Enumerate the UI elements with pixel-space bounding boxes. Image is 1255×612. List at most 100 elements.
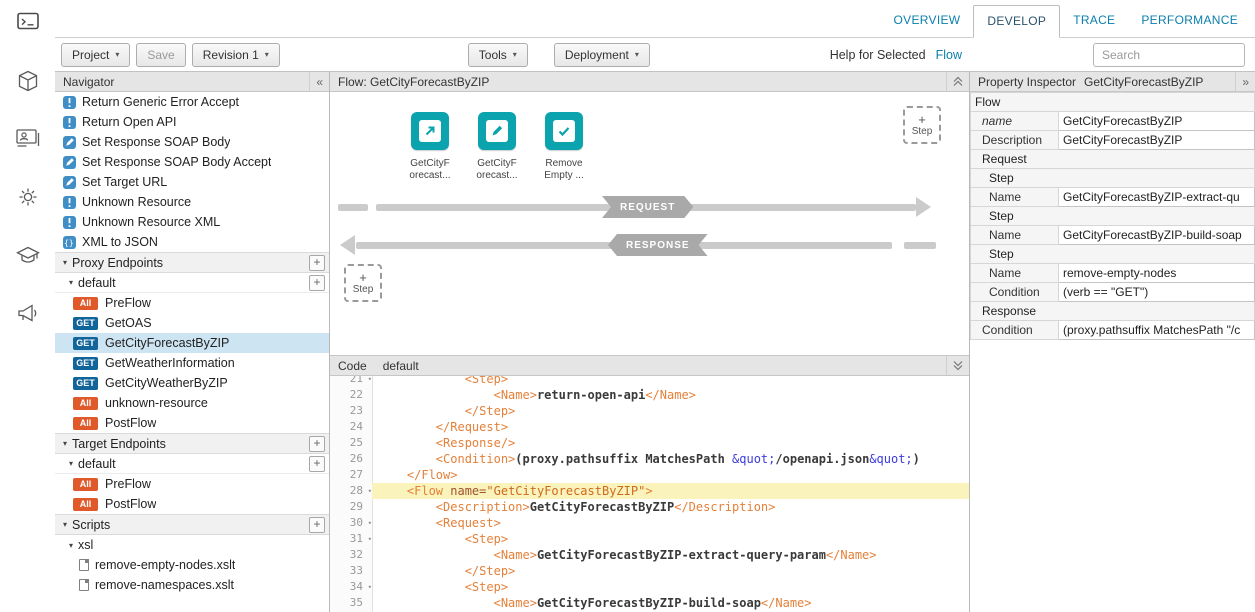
navigator-item[interactable]: AllPreFlow: [55, 474, 329, 494]
tab-develop[interactable]: DEVELOP: [973, 5, 1060, 38]
navigator-item[interactable]: Allunknown-resource: [55, 393, 329, 413]
inspector-prop-value[interactable]: GetCityForecastByZIP-build-soap: [1059, 226, 1255, 245]
add-step-button-request[interactable]: + Step: [903, 106, 941, 144]
collapse-up-icon[interactable]: [946, 72, 969, 91]
code-line[interactable]: 23 </Step>: [330, 403, 969, 419]
code-line[interactable]: 35 <Name>GetCityForecastByZIP-build-soap…: [330, 595, 969, 611]
code-line[interactable]: 26 <Condition>(proxy.pathsuffix MatchesP…: [330, 451, 969, 467]
code-line[interactable]: 22 <Name>return-open-api</Name>: [330, 387, 969, 403]
add-button[interactable]: +: [309, 255, 325, 271]
settings-icon[interactable]: [13, 182, 43, 212]
navigator-item[interactable]: Return Generic Error Accept: [55, 92, 329, 112]
navigator-item[interactable]: Unknown Resource: [55, 192, 329, 212]
navigator-item[interactable]: ▾default+: [55, 454, 329, 474]
code-line[interactable]: 31▾ <Step>: [330, 531, 969, 547]
feedback-icon[interactable]: [13, 298, 43, 328]
expand-caret-icon[interactable]: ▾: [63, 520, 67, 529]
navigator-item[interactable]: Return Open API: [55, 112, 329, 132]
expand-caret-icon[interactable]: ▾: [69, 459, 73, 468]
navigator-item[interactable]: AllPostFlow: [55, 494, 329, 514]
save-button[interactable]: Save: [136, 43, 185, 67]
inspector-prop-value[interactable]: GetCityForecastByZIP: [1059, 112, 1255, 131]
code-line[interactable]: 34▾ <Step>: [330, 579, 969, 595]
navigator-item[interactable]: Set Response SOAP Body: [55, 132, 329, 152]
navigator-item-label: PostFlow: [105, 416, 156, 430]
console-icon[interactable]: [13, 6, 43, 36]
collapse-left-icon[interactable]: «: [309, 72, 329, 91]
property-inspector-panel: Property Inspector GetCityForecastByZIP …: [970, 72, 1255, 612]
fold-marker-icon[interactable]: ▾: [368, 531, 372, 547]
main-area: OVERVIEWDEVELOPTRACEPERFORMANCE Project …: [55, 0, 1255, 612]
navigator-item[interactable]: remove-namespaces.xslt: [55, 575, 329, 595]
code-line[interactable]: 29 <Description>GetCityForecastByZIP</De…: [330, 499, 969, 515]
inspector-row: nameGetCityForecastByZIP: [971, 112, 1255, 131]
flow-step[interactable]: GetCityForecast...: [404, 112, 456, 182]
inspector-prop-value[interactable]: (verb == "GET"): [1059, 283, 1255, 302]
code-line[interactable]: 21▾ <Step>: [330, 376, 969, 387]
navigator-item[interactable]: GETGetOAS: [55, 313, 329, 333]
package-icon[interactable]: [13, 66, 43, 96]
expand-caret-icon[interactable]: ▾: [69, 541, 73, 550]
inspector-prop-value[interactable]: GetCityForecastByZIP: [1059, 131, 1255, 150]
expand-caret-icon[interactable]: ▾: [63, 439, 67, 448]
inspector-prop-value[interactable]: remove-empty-nodes: [1059, 264, 1255, 283]
code-line[interactable]: 27 </Flow>: [330, 467, 969, 483]
expand-caret-icon[interactable]: ▾: [69, 278, 73, 287]
save-button-label: Save: [147, 48, 174, 62]
inspector-prop-value[interactable]: GetCityForecastByZIP-extract-qu: [1059, 188, 1255, 207]
tab-overview[interactable]: OVERVIEW: [881, 5, 974, 38]
navigator-item[interactable]: Set Response SOAP Body Accept: [55, 152, 329, 172]
expand-caret-icon[interactable]: ▾: [63, 258, 67, 267]
navigator-item[interactable]: {}XML to JSON: [55, 232, 329, 252]
navigator-section-target-endpoints[interactable]: ▾Target Endpoints+: [55, 433, 329, 454]
add-step-button-response[interactable]: + Step: [344, 264, 382, 302]
navigator-item[interactable]: ▾xsl: [55, 535, 329, 555]
line-number: 28▾: [330, 483, 372, 499]
collapse-right-icon[interactable]: »: [1235, 72, 1255, 91]
code-editor[interactable]: 21▾ <Step>22 <Name>return-open-api</Name…: [330, 376, 969, 612]
code-line[interactable]: 28▾ <Flow name="GetCityForecastByZIP">: [330, 483, 969, 499]
tools-button[interactable]: Tools ▾: [468, 43, 528, 67]
policy-icon: [63, 96, 76, 109]
code-line[interactable]: 30▾ <Request>: [330, 515, 969, 531]
portal-icon[interactable]: [13, 124, 43, 154]
add-button[interactable]: +: [309, 517, 325, 533]
flow-step[interactable]: RemoveEmpty ...: [538, 112, 590, 182]
search-input[interactable]: [1093, 43, 1245, 67]
navigator-item[interactable]: GETGetCityForecastByZIP: [55, 333, 329, 353]
fold-marker-icon[interactable]: ▾: [368, 376, 372, 387]
tab-performance[interactable]: PERFORMANCE: [1128, 5, 1251, 38]
code-line[interactable]: 33 </Step>: [330, 563, 969, 579]
flow-step[interactable]: GetCityForecast...: [471, 112, 523, 182]
navigator-item[interactable]: Unknown Resource XML: [55, 212, 329, 232]
fold-marker-icon[interactable]: ▾: [368, 483, 372, 499]
fold-marker-icon[interactable]: ▾: [368, 515, 372, 531]
navigator-item[interactable]: ▾default+: [55, 273, 329, 293]
navigator-item[interactable]: AllPreFlow: [55, 293, 329, 313]
inspector-prop-value[interactable]: (proxy.pathsuffix MatchesPath "/c: [1059, 321, 1255, 340]
navigator-item[interactable]: GETGetCityWeatherByZIP: [55, 373, 329, 393]
education-icon[interactable]: [13, 240, 43, 270]
code-line[interactable]: 24 </Request>: [330, 419, 969, 435]
navigator-section-scripts[interactable]: ▾Scripts+: [55, 514, 329, 535]
help-flow-link[interactable]: Flow: [936, 48, 962, 62]
add-button[interactable]: +: [309, 456, 325, 472]
deployment-button[interactable]: Deployment ▾: [554, 43, 650, 67]
help-for-selected-label: Help for Selected: [830, 48, 926, 62]
revision-button[interactable]: Revision 1 ▾: [192, 43, 280, 67]
add-button[interactable]: +: [309, 275, 325, 291]
navigator-item[interactable]: remove-empty-nodes.xslt: [55, 555, 329, 575]
navigator-section-proxy-endpoints[interactable]: ▾Proxy Endpoints+: [55, 252, 329, 273]
navigator-item[interactable]: AllPostFlow: [55, 413, 329, 433]
code-line[interactable]: 32 <Name>GetCityForecastByZIP-extract-qu…: [330, 547, 969, 563]
code-line[interactable]: 25 <Response/>: [330, 435, 969, 451]
code-text: </Request>: [372, 419, 969, 435]
fold-marker-icon[interactable]: ▾: [368, 579, 372, 595]
collapse-down-icon[interactable]: [946, 356, 969, 375]
navigator-item[interactable]: GETGetWeatherInformation: [55, 353, 329, 373]
project-button[interactable]: Project ▾: [61, 43, 130, 67]
navigator-item[interactable]: Set Target URL: [55, 172, 329, 192]
add-button[interactable]: +: [309, 436, 325, 452]
tab-trace[interactable]: TRACE: [1060, 5, 1128, 38]
line-number: 22: [330, 387, 372, 403]
